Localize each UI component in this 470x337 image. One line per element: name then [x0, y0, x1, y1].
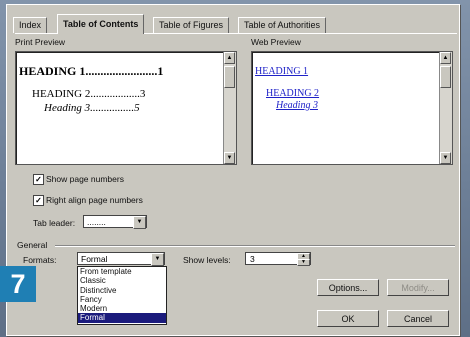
print-preview-heading-1: HEADING 1........................1: [19, 64, 164, 78]
tab-leader-value: ........: [87, 217, 106, 227]
tab-leader-label: Tab leader:: [33, 218, 76, 228]
formats-dropdown-list: From template Classic Distinctive Fancy …: [77, 266, 167, 325]
right-align-checkbox[interactable]: ✓: [33, 195, 44, 206]
tab-index[interactable]: Index: [13, 17, 48, 33]
scroll-down-icon[interactable]: ▼: [224, 152, 235, 164]
format-option-formal[interactable]: Formal: [78, 313, 166, 323]
tab-table-of-authorities[interactable]: Table of Authorities: [238, 17, 327, 33]
web-preview-scrollbar[interactable]: ▲ ▼: [439, 52, 452, 164]
general-group-divider: [55, 245, 455, 247]
scroll-down-icon[interactable]: ▼: [440, 152, 451, 164]
chevron-down-icon[interactable]: ▼: [151, 253, 164, 266]
formats-label: Formats:: [23, 255, 57, 265]
modify-button[interactable]: Modify...: [387, 279, 449, 296]
table-of-contents-panel: Print Preview HEADING 1.................…: [15, 33, 457, 256]
step-number-badge: 7: [0, 266, 36, 302]
show-page-numbers-label: Show page numbers: [46, 174, 124, 184]
web-preview-heading-1[interactable]: HEADING 1: [255, 66, 308, 77]
scroll-thumb[interactable]: [440, 66, 451, 88]
spin-down-icon[interactable]: ▼: [297, 259, 310, 266]
tab-table-of-contents[interactable]: Table of Contents: [57, 14, 145, 34]
format-option-fancy[interactable]: Fancy: [78, 295, 166, 304]
formats-value: Formal: [81, 254, 108, 264]
web-preview-label: Web Preview: [251, 37, 301, 47]
index-and-tables-dialog: Index Table of Contents Table of Figures…: [6, 4, 460, 336]
format-option-modern[interactable]: Modern: [78, 304, 166, 313]
print-preview-heading-3: Heading 3................5: [44, 102, 140, 114]
formats-select[interactable]: Formal ▼: [77, 252, 165, 266]
web-preview-heading-3[interactable]: Heading 3: [276, 100, 318, 111]
print-preview-label: Print Preview: [15, 37, 66, 47]
ok-button[interactable]: OK: [317, 310, 379, 327]
tab-leader-select[interactable]: ........ ▼: [83, 215, 147, 229]
show-page-numbers-checkbox[interactable]: ✓: [33, 174, 44, 185]
show-levels-label: Show levels:: [183, 255, 231, 265]
web-preview-heading-2[interactable]: HEADING 2: [266, 88, 319, 99]
scroll-up-icon[interactable]: ▲: [440, 52, 451, 64]
print-preview-heading-2: HEADING 2..................3: [32, 88, 146, 100]
format-option-classic[interactable]: Classic: [78, 276, 166, 285]
cancel-button[interactable]: Cancel: [387, 310, 449, 327]
scroll-thumb[interactable]: [224, 66, 235, 88]
show-levels-value: 3: [250, 254, 255, 264]
print-preview-box: HEADING 1........................1 HEADI…: [15, 51, 237, 165]
general-group-label: General: [17, 240, 48, 250]
format-option-distinctive[interactable]: Distinctive: [78, 286, 166, 295]
right-align-label: Right align page numbers: [46, 195, 143, 205]
scroll-up-icon[interactable]: ▲: [224, 52, 235, 64]
format-option-from-template[interactable]: From template: [78, 267, 166, 276]
tab-table-of-figures[interactable]: Table of Figures: [153, 17, 230, 33]
show-levels-spinner[interactable]: 3 ▲ ▼: [245, 252, 311, 266]
web-preview-box: HEADING 1 HEADING 2 Heading 3 ▲ ▼: [251, 51, 453, 165]
options-button[interactable]: Options...: [317, 279, 379, 296]
print-preview-scrollbar[interactable]: ▲ ▼: [223, 52, 236, 164]
chevron-down-icon[interactable]: ▼: [133, 216, 146, 229]
